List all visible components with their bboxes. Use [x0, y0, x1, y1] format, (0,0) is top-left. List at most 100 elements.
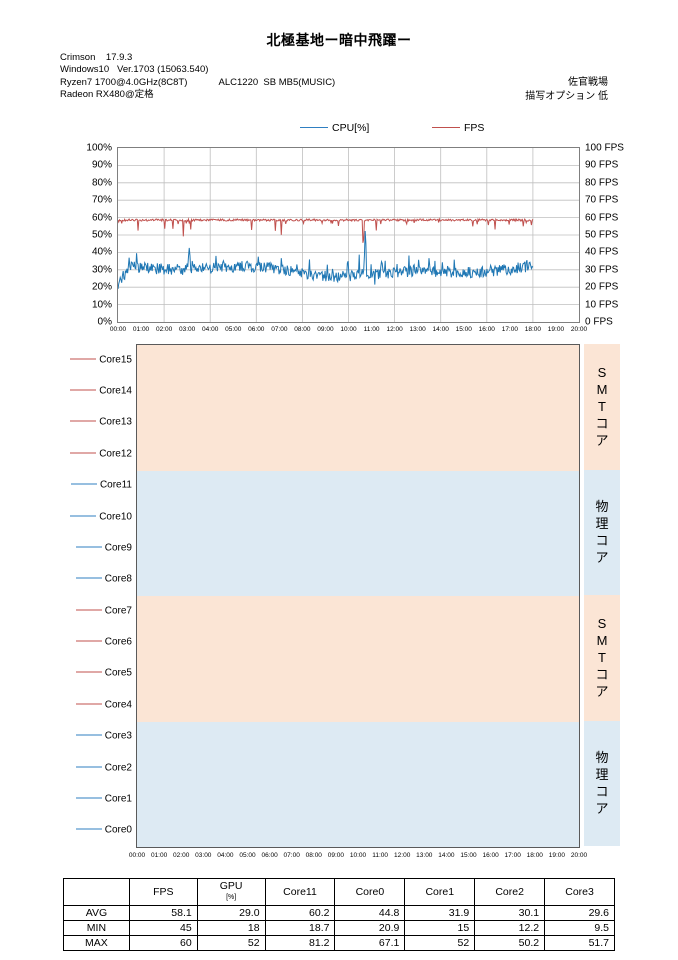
core-band-smt — [137, 345, 579, 471]
top-chart-x-tick: 11:00 — [363, 326, 380, 333]
legend-swatch-fps-icon — [432, 127, 460, 128]
top-chart-y-tick-right: 80 FPS — [585, 177, 619, 189]
row-header-max: MAX — [63, 935, 130, 951]
cpu-fps-chart: CPU[%] FPS 100% 90% 80% 70% 60% 50% 40% 30% 20% 1… — [0, 120, 678, 335]
legend-item-cpu: CPU[%] — [300, 122, 369, 134]
core-chart-x-tick: 20:00 — [570, 852, 588, 859]
core-chart-x-tick: 13:00 — [416, 852, 433, 859]
core-group-label-char: M — [596, 382, 608, 398]
core-legend-label: Core0 — [104, 824, 132, 836]
col-header-gpu-text: GPU — [219, 880, 243, 892]
cell-min-fps: 45 — [128, 920, 198, 936]
core-legend-label: Core14 — [99, 385, 132, 397]
core-legend-label: Core2 — [104, 762, 132, 774]
core-chart-x-tick: 01:00 — [150, 852, 168, 859]
core-chart-x-tick: 04:00 — [217, 852, 234, 859]
core-legend-core4: Core4 — [60, 699, 132, 710]
core-legend-swatch-icon — [75, 640, 102, 642]
core-legend-swatch-icon — [75, 766, 102, 768]
cell-max-core3: 51.7 — [544, 935, 615, 951]
col-header-core11: Core11 — [264, 878, 336, 906]
core-legend-core9: Core9 — [60, 542, 132, 553]
table-header-row: FPS GPU [%] Core11 Core0 Core1 Core2 Core… — [63, 878, 615, 906]
core-group-label-smt: SMTコア — [584, 595, 620, 721]
core-chart-x-tick: 05:00 — [239, 852, 256, 859]
core-legend-swatch-icon — [75, 703, 102, 705]
core-legend-label: Core11 — [99, 479, 132, 491]
core-group-label-char: ア — [595, 433, 609, 449]
core-chart-x-tick: 07:00 — [283, 852, 300, 859]
core-chart-x-tick: 17:00 — [504, 852, 521, 859]
scenario-info-block: 佐官戦場 描写オプション 低 — [525, 76, 608, 104]
top-chart-x-tick: 09:00 — [317, 326, 334, 333]
top-chart-x-tick: 04:00 — [202, 326, 219, 333]
core-group-label-char: S — [597, 616, 607, 632]
core-group-label-char: 理 — [595, 767, 609, 783]
col-header-fps: FPS — [128, 878, 198, 906]
col-header-core1: Core1 — [404, 878, 476, 906]
cell-max-core0: 67.1 — [334, 935, 406, 951]
core-band-phys — [137, 470, 579, 596]
core-group-label-physical: 物理コア — [584, 720, 620, 846]
top-chart-y-tick-right: 70 FPS — [585, 194, 619, 206]
top-chart-x-tick: 15:00 — [455, 326, 472, 333]
core-chart-x-tick: 16:00 — [482, 852, 499, 859]
core-chart-x-tick: 02:00 — [173, 852, 190, 859]
top-chart-x-tick: 14:00 — [432, 326, 449, 333]
core-group-label-char: コ — [595, 416, 609, 432]
core-legend-label: Core10 — [99, 511, 132, 523]
core-group-label-char: ア — [595, 801, 609, 817]
core-group-label-smt: SMTコア — [584, 344, 620, 470]
core-chart-x-tick: 08:00 — [305, 852, 322, 859]
core-legend-core0: Core0 — [60, 825, 132, 836]
page-title: 北極基地ー暗中飛躍ー — [266, 32, 412, 48]
table-row: MAX 60 52 81.2 67.1 52 50.2 51.7 — [63, 935, 615, 951]
cell-avg-core0: 44.8 — [334, 905, 406, 921]
top-chart-y-tick-right: 0 FPS — [585, 316, 613, 328]
core-legend-swatch-icon — [75, 671, 102, 673]
table-row: AVG 58.1 29.0 60.2 44.8 31.9 30.1 29.6 — [63, 905, 615, 921]
top-chart-y-tick-left: 10% — [91, 299, 112, 311]
top-chart-y-tick-left: 70% — [91, 194, 112, 206]
cell-avg-gpu: 29.0 — [196, 905, 266, 921]
legend-label-cpu: CPU[%] — [332, 122, 370, 134]
cell-max-core11: 81.2 — [264, 935, 336, 951]
top-chart-y-tick-left: 50% — [91, 229, 112, 241]
cell-min-core0: 20.9 — [334, 920, 406, 936]
core-legend-label: Core4 — [104, 699, 132, 711]
core-group-label-char: コ — [595, 784, 609, 800]
core-legend-swatch-icon — [75, 577, 102, 579]
core-legend-swatch-icon — [75, 797, 102, 799]
col-header-core2: Core2 — [474, 878, 546, 906]
core-legend-label: Core12 — [99, 448, 132, 460]
core-chart-x-tick: 11:00 — [372, 852, 388, 859]
core-chart-x-tick: 14:00 — [438, 852, 455, 859]
core-legend-core14: Core14 — [60, 386, 132, 397]
top-chart-y-tick-left: 0% — [97, 316, 112, 328]
top-chart-x-tick: 19:00 — [547, 326, 565, 333]
core-band-phys — [137, 721, 579, 847]
core-legend-core1: Core1 — [60, 793, 132, 804]
table-row: MIN 45 18 18.7 20.9 15 12.2 9.5 — [63, 920, 615, 936]
core-group-label-char: S — [597, 365, 607, 381]
core-chart-x-tick: 03:00 — [195, 852, 212, 859]
core-group-label-char: 物 — [595, 750, 609, 766]
top-chart-y-tick-left: 40% — [91, 246, 112, 258]
core-legend-core2: Core2 — [60, 762, 132, 773]
core-group-label-char: ア — [595, 550, 609, 566]
cell-min-core2: 12.2 — [474, 920, 546, 936]
top-chart-x-tick: 20:00 — [570, 326, 588, 333]
top-chart-x-tick: 17:00 — [501, 326, 518, 333]
core-chart-x-tick: 15:00 — [460, 852, 477, 859]
core-legend-swatch-icon — [70, 452, 97, 454]
top-chart-y-tick-left: 90% — [91, 159, 112, 171]
core-group-label-char: M — [596, 633, 608, 649]
cell-max-core1: 52 — [404, 935, 476, 951]
core-group-label-char: コ — [595, 667, 609, 683]
report-header: 北極基地ー暗中飛躍ー Crimson 17.9.3 Windows10 Ver.… — [0, 0, 678, 120]
cell-avg-core1: 31.9 — [404, 905, 476, 921]
per-core-usage-chart: Core15 Core14 Core13 Core12 Core11 Core10 Core… — [0, 340, 678, 865]
col-header-blank — [63, 878, 130, 906]
core-legend-label: Core3 — [104, 730, 132, 742]
stats-table: FPS GPU [%] Core11 Core0 Core1 Core2 Core… — [63, 878, 615, 951]
